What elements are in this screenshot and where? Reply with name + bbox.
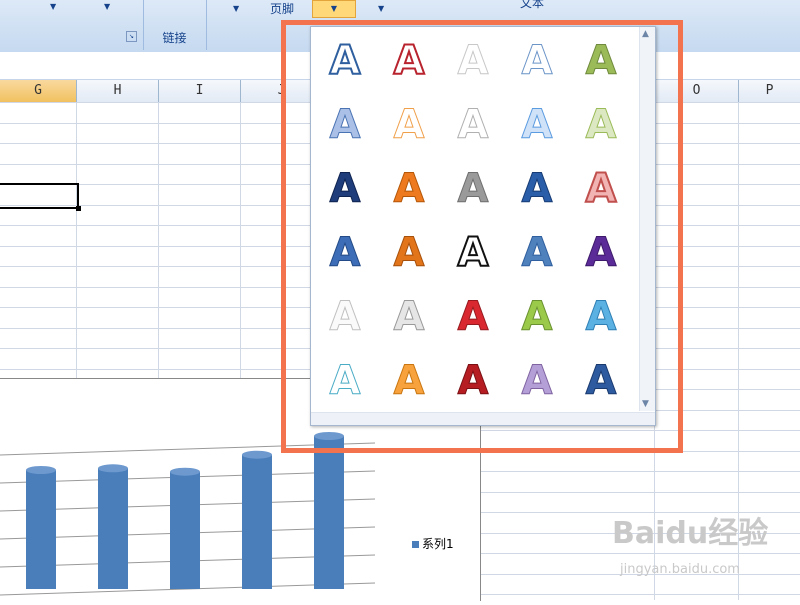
chart-legend: 系列1 bbox=[412, 535, 454, 552]
dropdown-arrow[interactable]: ▼ bbox=[378, 4, 384, 13]
ribbon-partial-label[interactable]: 文本 bbox=[520, 0, 544, 11]
legend-label: 系列1 bbox=[422, 537, 454, 551]
highlight-frame bbox=[281, 20, 683, 453]
ribbon-group-links: 链接 bbox=[143, 0, 207, 50]
chart-bar-cap bbox=[242, 450, 272, 459]
chart-bar[interactable] bbox=[26, 470, 56, 589]
group-label-links: 链接 bbox=[162, 31, 187, 45]
footer-dropdown-arrow[interactable]: ▼ bbox=[312, 0, 356, 18]
dialog-launcher-icon[interactable]: ↘ bbox=[126, 31, 137, 42]
chart-bar-cap bbox=[26, 466, 56, 474]
column-header[interactable]: P bbox=[739, 80, 800, 102]
legend-swatch bbox=[412, 541, 419, 548]
column-header[interactable]: G bbox=[0, 80, 77, 102]
dropdown-arrow[interactable]: ▼ bbox=[233, 4, 239, 13]
watermark-logo: Baidu经验 bbox=[612, 516, 769, 551]
footer-button[interactable]: 页脚 bbox=[270, 0, 294, 17]
chart-bar[interactable] bbox=[242, 454, 272, 589]
chart-bar[interactable] bbox=[170, 471, 200, 589]
column-header[interactable]: H bbox=[77, 80, 159, 102]
active-cell[interactable] bbox=[0, 183, 81, 211]
chart-bar-cap bbox=[170, 467, 200, 476]
chart-bar[interactable] bbox=[314, 436, 344, 589]
chart-bar[interactable] bbox=[98, 468, 128, 589]
chart-bar-cap bbox=[98, 464, 128, 473]
ribbon-group: ↘ bbox=[0, 0, 144, 50]
column-header[interactable]: I bbox=[159, 80, 241, 102]
watermark-url: jingyan.baidu.com bbox=[620, 562, 740, 577]
